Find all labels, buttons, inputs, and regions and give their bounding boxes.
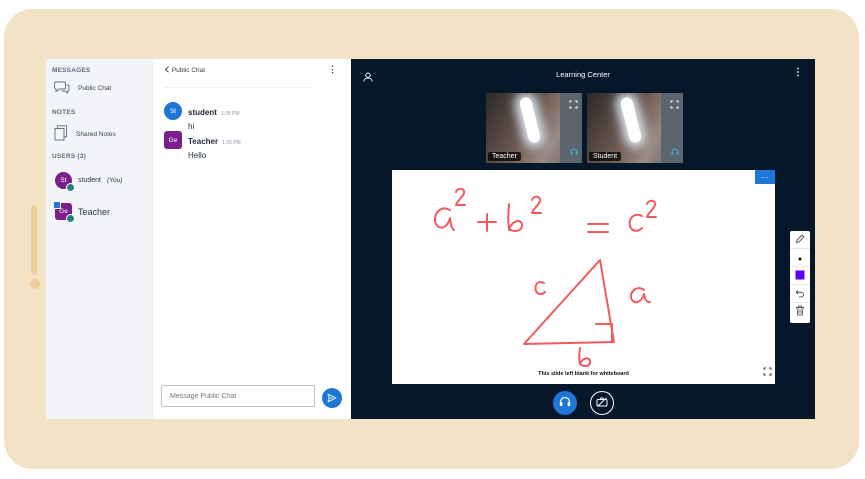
video-label: Student bbox=[589, 152, 622, 161]
chat-message: St student 1:28 PM hi bbox=[164, 102, 240, 131]
more-vertical-icon[interactable]: ⋮ bbox=[793, 67, 803, 78]
video-tile-student[interactable]: Student bbox=[587, 93, 683, 163]
chat-bubbles-icon bbox=[54, 81, 70, 96]
user-name: Teacher bbox=[78, 206, 111, 217]
avatar-initials: Ge bbox=[59, 208, 68, 215]
public-chat-item[interactable]: Public Chat bbox=[54, 81, 111, 96]
video-label: Teacher bbox=[488, 152, 521, 161]
device-side-button bbox=[31, 205, 37, 275]
chat-back-button[interactable]: Public Chat bbox=[164, 66, 205, 74]
users-section-title: USERS (3) bbox=[52, 153, 86, 160]
you-label: (You) bbox=[106, 177, 123, 184]
whiteboard-toolbar bbox=[790, 231, 810, 323]
expand-icon[interactable] bbox=[763, 363, 772, 381]
meeting-title: Learning Center bbox=[556, 70, 610, 79]
public-chat-label: Public Chat bbox=[78, 85, 112, 92]
camera-off-icon bbox=[596, 394, 608, 412]
chat-message: Ge Teacher 1:29 PM Hello bbox=[164, 131, 241, 160]
avatar-initials: St bbox=[60, 177, 67, 184]
message-time: 1:29 PM bbox=[222, 140, 241, 146]
notes-section-title: NOTES bbox=[52, 109, 76, 116]
color-picker-button[interactable] bbox=[790, 267, 810, 285]
video-tile-teacher[interactable]: Teacher bbox=[486, 93, 582, 163]
presenter-icon bbox=[53, 201, 61, 209]
undo-button[interactable] bbox=[790, 285, 810, 303]
chevron-left-icon bbox=[164, 66, 172, 74]
avatar-initials: St bbox=[169, 107, 177, 115]
message-text: hi bbox=[188, 122, 195, 131]
share-webcam-button[interactable] bbox=[590, 391, 614, 415]
avatar: St bbox=[164, 102, 182, 120]
user-list-panel: MESSAGES Public Chat NOTES Shared Notes … bbox=[46, 59, 154, 419]
user-item-student[interactable]: St student (You) bbox=[55, 172, 123, 192]
notes-icon bbox=[54, 125, 68, 143]
headset-icon bbox=[570, 142, 578, 160]
device-home-dot bbox=[30, 279, 40, 289]
messages-section-title: MESSAGES bbox=[52, 67, 91, 74]
expand-icon[interactable] bbox=[569, 96, 578, 114]
shared-notes-label: Shared Notes bbox=[76, 130, 116, 138]
trash-icon bbox=[795, 303, 805, 321]
chat-title: Public Chat bbox=[171, 67, 206, 74]
user-name: student bbox=[78, 177, 101, 184]
message-text: Hello bbox=[188, 151, 207, 160]
send-button[interactable] bbox=[322, 388, 342, 408]
microphone-icon bbox=[66, 214, 75, 223]
avatar: St bbox=[55, 172, 75, 192]
expand-icon[interactable] bbox=[670, 96, 679, 114]
headset-icon bbox=[559, 394, 571, 412]
message-input[interactable] bbox=[161, 385, 315, 407]
pencil-tool-button[interactable] bbox=[790, 231, 810, 249]
thickness-button[interactable] bbox=[790, 249, 810, 267]
pencil-icon bbox=[795, 231, 805, 249]
more-vertical-icon[interactable]: ⋮ bbox=[328, 64, 337, 75]
leave-audio-button[interactable] bbox=[553, 391, 577, 415]
avatar: Ge bbox=[53, 201, 75, 223]
message-author: Teacher bbox=[188, 137, 219, 146]
message-time: 1:28 PM bbox=[220, 111, 240, 117]
chat-panel: Public Chat ⋮ St student 1:28 PM hi Ge Te… bbox=[154, 59, 351, 419]
user-item-teacher[interactable]: Ge Teacher bbox=[53, 201, 111, 223]
presentation-area: Learning Center ⋮ Teacher Student ··· Th… bbox=[351, 59, 815, 419]
chat-divider bbox=[164, 87, 314, 88]
avatar-initials: Ge bbox=[168, 136, 178, 144]
clear-button[interactable] bbox=[790, 303, 810, 321]
thickness-dot-icon bbox=[797, 249, 803, 267]
send-icon bbox=[327, 391, 337, 406]
shared-notes-item[interactable]: Shared Notes bbox=[54, 125, 116, 143]
slide-caption: This slide left blank for whiteboard bbox=[538, 371, 629, 377]
color-swatch-icon bbox=[795, 267, 805, 285]
whiteboard[interactable]: ··· This slide left blank for whiteboard bbox=[392, 170, 775, 384]
avatar: Ge bbox=[164, 131, 182, 149]
whiteboard-drawing bbox=[434, 187, 657, 368]
headset-icon bbox=[671, 142, 679, 160]
message-author: student bbox=[188, 108, 217, 117]
app-screen: MESSAGES Public Chat NOTES Shared Notes … bbox=[46, 59, 815, 419]
undo-icon bbox=[795, 285, 805, 303]
microphone-icon bbox=[66, 183, 75, 192]
